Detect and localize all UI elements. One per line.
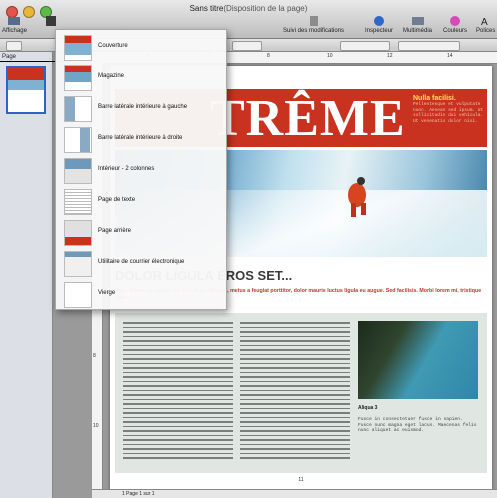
menu-item-two-columns[interactable]: Intérieur - 2 colonnes [56, 156, 226, 185]
climber-figure [348, 177, 366, 217]
toolbar-multimedia-label: Multimédia [403, 28, 433, 34]
cover-template-icon [64, 35, 92, 61]
menu-item-back-page[interactable]: Page arrière [56, 218, 226, 247]
columns-control[interactable] [398, 41, 460, 51]
menu-item-label: Couverture [98, 43, 128, 49]
toolbar-inspecteur-label: Inspecteur [365, 28, 394, 34]
document-name: Sans titre [189, 4, 224, 13]
menu-item-label: Page de texte [98, 197, 136, 203]
colors-icon [450, 16, 460, 26]
intro-title: Nulla facilisi. [413, 95, 456, 102]
headline[interactable]: TRÊME [210, 93, 406, 145]
toolbar-multimedia[interactable]: Multimédia [403, 15, 432, 34]
menu-item-blank[interactable]: Vierge [56, 280, 226, 309]
toolbar-suivi-label: Suivi des modifications [283, 28, 345, 34]
fonts-icon: A [481, 17, 488, 27]
spacing-control[interactable] [340, 41, 390, 51]
email-template-icon [64, 251, 92, 277]
menu-item-label: Intérieur - 2 colonnes [98, 166, 155, 172]
intro-box[interactable]: Nulla facilisi. Pellentesque et vulputat… [413, 95, 485, 145]
status-bar: 1 Page 1 sur 1 [92, 489, 497, 498]
menu-item-label: Magazine [98, 73, 125, 79]
page-number: 11 [298, 477, 304, 483]
pages-window: Sans titre(Disposition de la page) Affic… [0, 0, 497, 498]
page-template-menu: Couverture Magazine Barre latérale intér… [55, 29, 227, 310]
toolbar-polices[interactable]: A Polices [476, 15, 495, 34]
pages-sidebar: Page [0, 52, 53, 498]
menu-item-label: Vierge [98, 290, 116, 296]
window-title: Sans titre(Disposition de la page) [0, 4, 497, 13]
back-page-template-icon [64, 220, 92, 246]
toolbar-couleurs[interactable]: Couleurs [443, 15, 467, 34]
sections-icon [46, 16, 56, 26]
menu-item-email[interactable]: Utilitaire de courrier électronique [56, 249, 226, 278]
styles-drawer-button[interactable] [6, 41, 22, 51]
toolbar-affichage-label: Affichage [2, 28, 27, 34]
inspector-icon [374, 16, 385, 26]
menu-item-label: Page arrière [98, 228, 132, 234]
alignment-buttons[interactable] [232, 41, 262, 51]
text-column-2 [240, 319, 350, 469]
toolbar-affichage[interactable]: Affichage [2, 15, 27, 34]
menu-item-sidebar-left[interactable]: Barre latérale intérieure à gauche [56, 94, 226, 123]
menu-item-magazine[interactable]: Magazine [56, 63, 226, 92]
photo-caption[interactable]: Aliqua 3 Fusce in consectetuer fusce in … [358, 405, 478, 434]
page-count: 1 Page 1 sur 1 [122, 491, 155, 497]
two-columns-template-icon [64, 158, 92, 184]
menu-item-text-page[interactable]: Page de texte [56, 187, 226, 216]
track-changes-icon [309, 16, 318, 26]
caption-title: Aliqua 3 [358, 405, 378, 411]
diver-photo[interactable] [358, 321, 478, 399]
menu-item-label: Barre latérale intérieure à gauche [98, 104, 188, 110]
toolbar-inspecteur[interactable]: Inspecteur [365, 15, 393, 34]
document-mode: (Disposition de la page) [223, 4, 308, 13]
caption-text: Fusce in consectetuer fusce in sapien. F… [358, 417, 477, 433]
menu-item-label: Utilitaire de courrier électronique [98, 259, 185, 265]
sidebar-label: Page [2, 54, 17, 60]
menu-item-couverture[interactable]: Couverture [56, 33, 226, 62]
page-thumbnail[interactable] [6, 66, 46, 114]
right-sidebar-template-icon [64, 127, 92, 153]
toolbar-couleurs-label: Couleurs [443, 28, 468, 34]
toolbar-suivi[interactable]: Suivi des modifications [283, 15, 344, 34]
svg-text:A: A [481, 17, 488, 27]
left-sidebar-template-icon [64, 96, 92, 122]
view-icon [8, 17, 21, 25]
magazine-template-icon [64, 65, 92, 91]
intro-text: Pellentesque et vulputate nunc. Aenean s… [413, 102, 484, 124]
text-page-template-icon [64, 189, 92, 215]
article-body[interactable]: Aliqua 3 Fusce in consectetuer fusce in … [115, 313, 487, 473]
menu-item-sidebar-right[interactable]: Barre latérale intérieure à droite [56, 125, 226, 154]
text-column-1 [123, 319, 233, 469]
menu-item-label: Barre latérale intérieure à droite [98, 135, 183, 141]
toolbar-polices-label: Polices [476, 28, 496, 34]
blank-template-icon [64, 282, 92, 308]
media-icon [411, 17, 424, 25]
toolbar-sections[interactable] [44, 15, 58, 28]
